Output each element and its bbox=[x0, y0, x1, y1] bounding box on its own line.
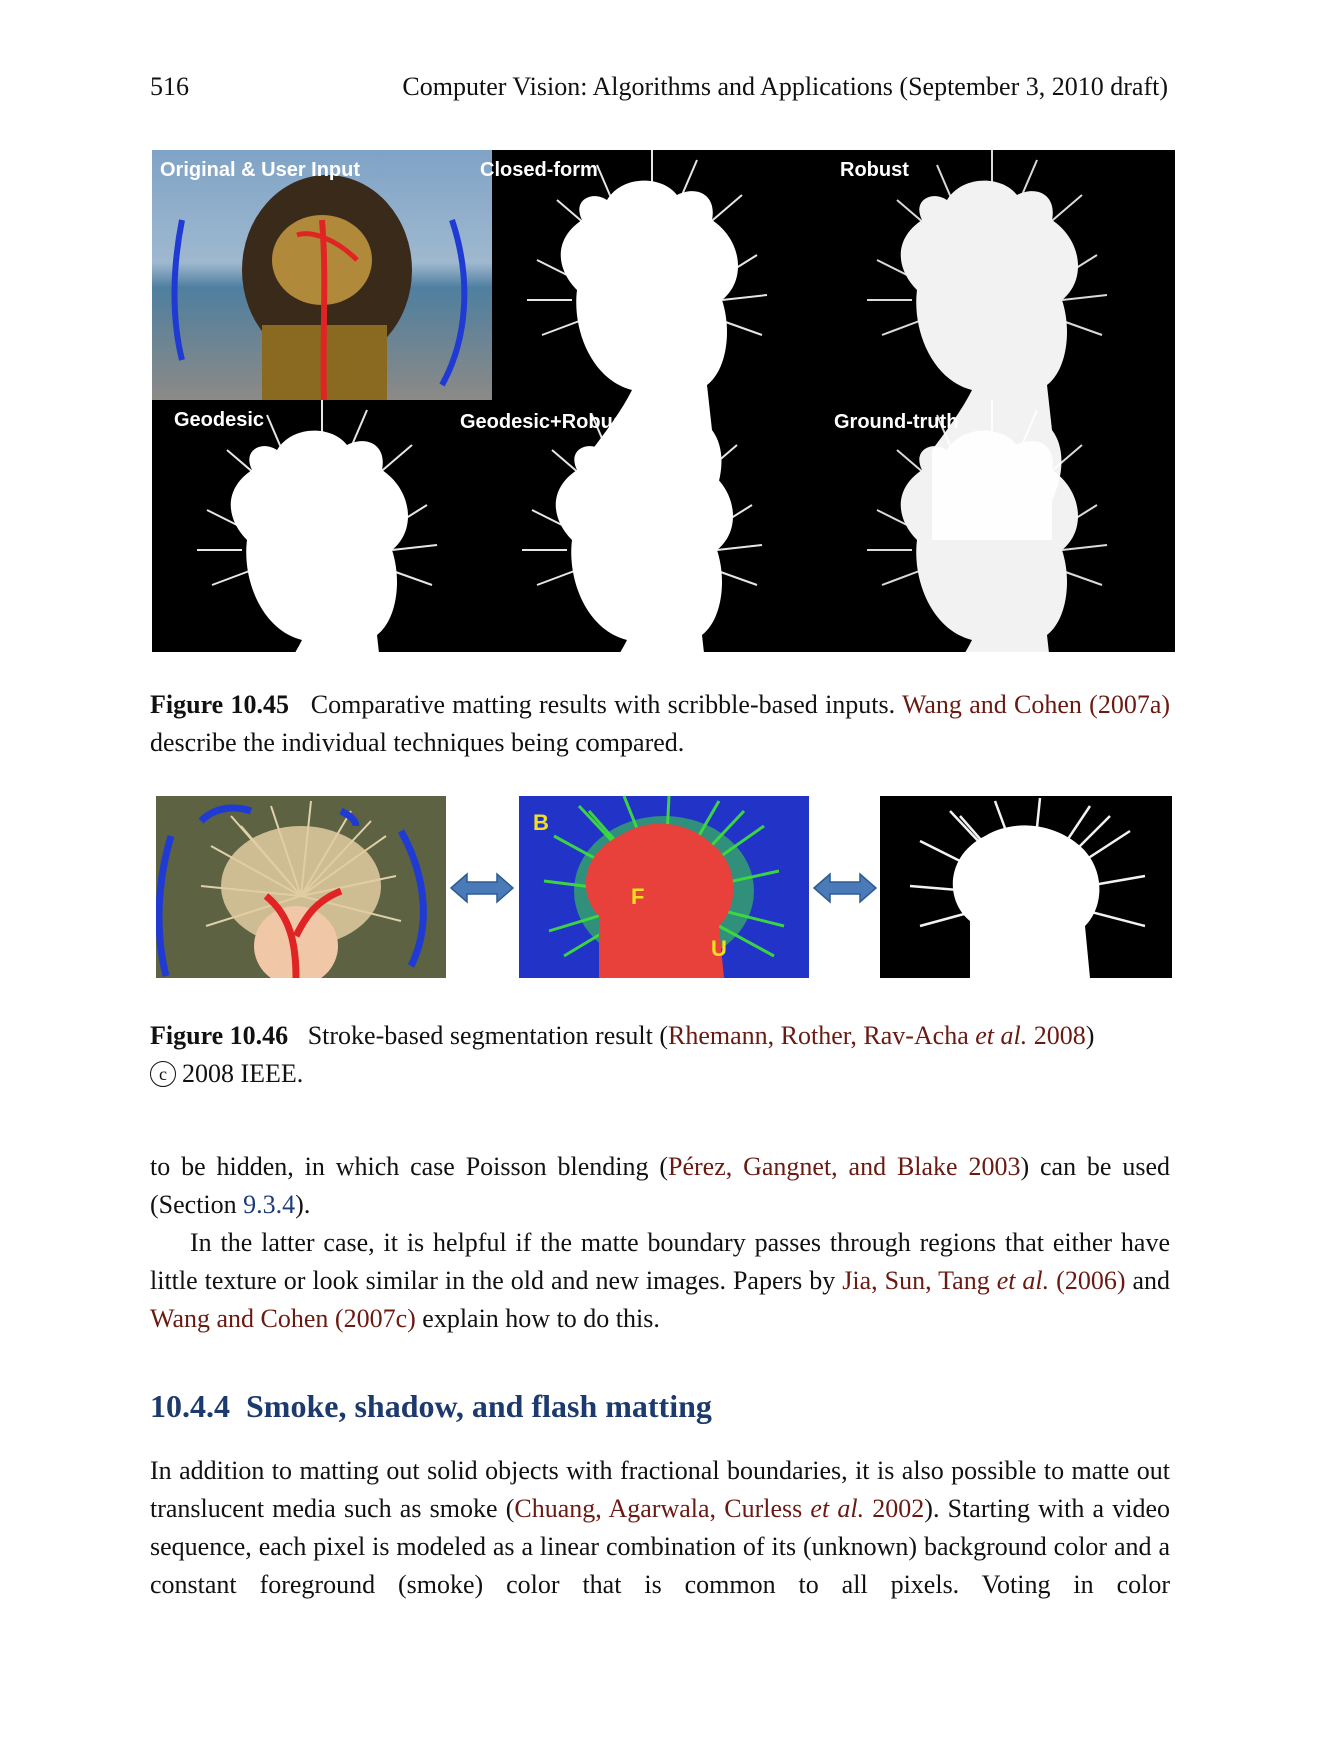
section-title: Smoke, shadow, and flash matting bbox=[246, 1388, 712, 1424]
figure-label: Figure 10.46 bbox=[150, 1021, 289, 1050]
page-number: 516 bbox=[150, 72, 189, 101]
body-paragraph: In the latter case, it is helpful if the… bbox=[150, 1224, 1170, 1338]
caption-text: Stroke-based segmentation result ( bbox=[307, 1021, 668, 1050]
panel-label-ground-truth: Ground-truth bbox=[834, 411, 958, 433]
region-label-background: B bbox=[533, 810, 549, 835]
region-label-foreground: F bbox=[631, 884, 644, 909]
panel-label-robust: Robust bbox=[840, 159, 909, 181]
citation-etal[interactable]: et al. bbox=[810, 1494, 864, 1523]
citation-year-link[interactable]: (2007c) bbox=[335, 1304, 416, 1333]
caption-text: describe the individual techniques being… bbox=[150, 728, 685, 757]
citation-link[interactable]: Jia, Sun, Tang bbox=[842, 1266, 989, 1295]
citation-etal[interactable]: et al. bbox=[975, 1021, 1027, 1050]
region-label-unknown: U bbox=[711, 936, 727, 961]
citation-year-link[interactable]: 2008 bbox=[1034, 1021, 1086, 1050]
figure-10-46-caption: Figure 10.46 Stroke-based segmentation r… bbox=[150, 1017, 1170, 1093]
running-title: Computer Vision: Algorithms and Applicat… bbox=[402, 72, 1168, 101]
caption-text: 2008 IEEE. bbox=[182, 1059, 304, 1088]
body-text: ). bbox=[295, 1190, 311, 1219]
section-heading: 10.4.4 Smoke, shadow, and flash matting bbox=[150, 1388, 712, 1425]
figure-10-46-input-image bbox=[155, 796, 446, 986]
caption-text: Comparative matting results with scribbl… bbox=[310, 690, 896, 719]
body-text: explain how to do this. bbox=[415, 1304, 660, 1333]
citation-link[interactable]: Wang and Cohen bbox=[902, 690, 1082, 719]
panel-label-original: Original & User Input bbox=[160, 159, 360, 181]
section-number: 10.4.4 bbox=[150, 1388, 230, 1424]
citation-link[interactable]: Wang and Cohen bbox=[150, 1304, 328, 1333]
figure-10-45-caption: Figure 10.45 Comparative matting results… bbox=[150, 686, 1170, 762]
citation-link[interactable]: Chuang, Agarwala, Curless bbox=[514, 1494, 802, 1523]
figure-label: Figure 10.45 bbox=[150, 690, 289, 719]
citation-year-link[interactable]: 2002 bbox=[872, 1494, 924, 1523]
double-arrow-icon bbox=[812, 872, 878, 904]
caption-close: ) bbox=[1085, 1021, 1095, 1050]
body-text: and bbox=[1125, 1266, 1171, 1295]
body-paragraph: to be hidden, in which case Poisson blen… bbox=[150, 1148, 1170, 1224]
panel-label-geodesic: Geodesic bbox=[174, 409, 264, 431]
citation-link[interactable]: Rhemann, Rother, Rav-Acha bbox=[668, 1021, 969, 1050]
double-arrow-icon bbox=[449, 872, 515, 904]
figure-10-46-trimap-image: B F U bbox=[519, 795, 809, 978]
section-xref-link[interactable]: 9.3.4 bbox=[243, 1190, 295, 1219]
panel-label-closed-form: Closed-form bbox=[480, 159, 598, 181]
citation-link[interactable]: Pérez, Gangnet, and Blake 2003 bbox=[668, 1152, 1020, 1181]
panel-label-geodesic-robust: Geodesic+Robust bbox=[460, 411, 631, 433]
body-text: to be hidden, in which case Poisson blen… bbox=[150, 1152, 668, 1181]
figure-10-46-matte-image bbox=[880, 796, 1172, 978]
body-paragraph: In addition to matting out solid objects… bbox=[150, 1452, 1170, 1604]
citation-year-link[interactable]: (2006) bbox=[1056, 1266, 1125, 1295]
citation-year-link[interactable]: (2007a) bbox=[1089, 690, 1170, 719]
citation-etal[interactable]: et al. bbox=[997, 1266, 1049, 1295]
copyright-icon: c bbox=[150, 1061, 176, 1087]
figure-10-45-image: Original & User Input Closed-form Robust… bbox=[152, 150, 1175, 652]
